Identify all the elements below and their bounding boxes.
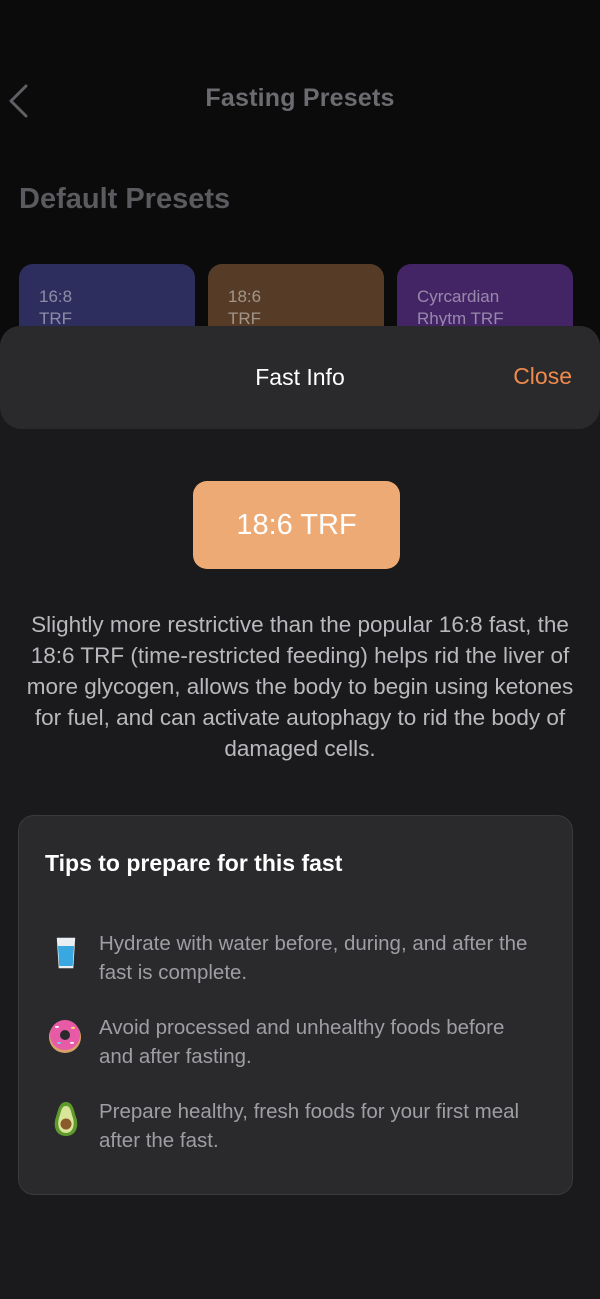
- tip-text: Avoid processed and unhealthy foods befo…: [99, 1016, 505, 1068]
- tip-item: Prepare healthy, fresh foods for your fi…: [19, 1097, 574, 1167]
- tip-item: Hydrate with water before, during, and a…: [19, 929, 574, 999]
- donut-icon: [49, 1020, 81, 1053]
- tip-text: Prepare healthy, fresh foods for your fi…: [99, 1100, 520, 1152]
- sheet-header: Fast Info Close: [0, 326, 600, 429]
- fast-description: Slightly more restrictive than the popul…: [26, 612, 574, 761]
- sheet-title: Fast Info: [255, 364, 345, 390]
- tip-item: Avoid processed and unhealthy foods befo…: [19, 1013, 574, 1083]
- section-title-default-presets: Default Presets: [19, 183, 231, 215]
- preset-card-label: 18:6: [228, 287, 262, 306]
- page-title: Fasting Presets: [205, 84, 395, 112]
- avocado-icon: [54, 1102, 78, 1136]
- close-button[interactable]: Close: [513, 363, 572, 390]
- fast-name-badge: 18:6 TRF: [193, 481, 400, 569]
- preset-card-label: 16:8: [39, 287, 73, 306]
- water-glass-icon: [55, 936, 77, 970]
- preset-card-label: Cyrcardian: [417, 287, 500, 306]
- fast-info-sheet: Fast Info Close 18:6 TRF Slightly more r…: [0, 326, 600, 1299]
- tips-card: Tips to prepare for this fast Hydrate wi…: [18, 815, 573, 1195]
- tips-title: Tips to prepare for this fast: [45, 850, 343, 876]
- tip-text: Hydrate with water before, during, and a…: [99, 932, 528, 984]
